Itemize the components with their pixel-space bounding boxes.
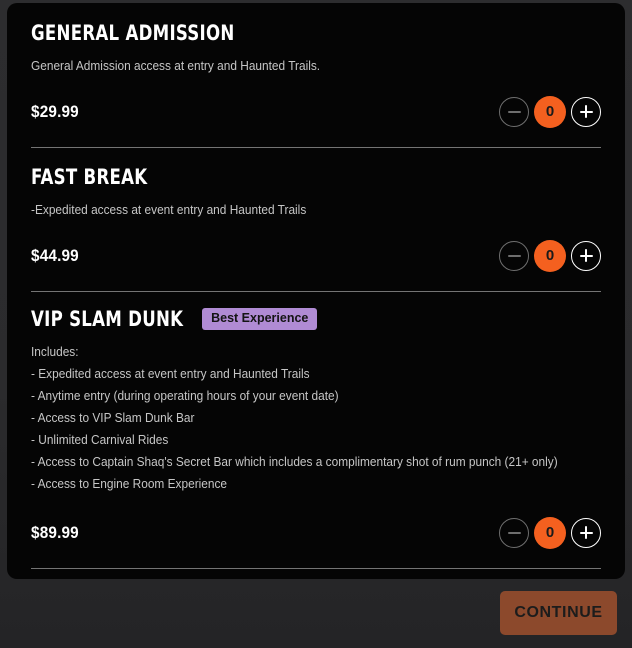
list-item: - Access to Engine Room Experience: [31, 473, 573, 495]
increment-button[interactable]: [571, 97, 601, 127]
ticket-selection-screen: GENERAL ADMISSION General Admission acce…: [0, 0, 632, 648]
increment-button[interactable]: [571, 518, 601, 548]
ticket-card: GENERAL ADMISSION General Admission acce…: [7, 3, 625, 579]
ticket-description: General Admission access at entry and Ha…: [31, 58, 573, 75]
ticket-price: $44.99: [31, 246, 79, 266]
ticket-price-row: $44.99 0: [31, 240, 601, 272]
ticket-title: VIP SLAM DUNK: [31, 307, 183, 331]
continue-button[interactable]: CONTINUE: [500, 591, 617, 635]
ticket-option-fast-break: FAST BREAK -Expedited access at event en…: [31, 148, 601, 272]
ticket-price: $29.99: [31, 102, 79, 122]
plus-icon-vertical: [585, 249, 587, 262]
total-divider: [31, 568, 601, 569]
minus-icon: [508, 255, 521, 257]
includes-label: Includes:: [31, 341, 573, 363]
plus-icon-vertical: [585, 105, 587, 118]
ticket-option-general-admission: GENERAL ADMISSION General Admission acce…: [31, 3, 601, 128]
ticket-description: -Expedited access at event entry and Hau…: [31, 202, 573, 219]
minus-icon: [508, 532, 521, 534]
quantity-value[interactable]: 0: [534, 240, 566, 272]
ticket-title: FAST BREAK: [31, 165, 147, 189]
minus-icon: [508, 111, 521, 113]
quantity-stepper: 0: [499, 517, 601, 549]
quantity-value[interactable]: 0: [534, 517, 566, 549]
ticket-title-row: GENERAL ADMISSION: [31, 21, 601, 45]
list-item: - Anytime entry (during operating hours …: [31, 385, 573, 407]
ticket-option-vip-slam-dunk: VIP SLAM DUNK Best Experience Includes: …: [31, 292, 601, 549]
quantity-value[interactable]: 0: [534, 96, 566, 128]
quantity-stepper: 0: [499, 96, 601, 128]
ticket-title-row: VIP SLAM DUNK Best Experience: [31, 307, 601, 331]
list-item: - Access to VIP Slam Dunk Bar: [31, 407, 573, 429]
list-item: - Access to Captain Shaq's Secret Bar wh…: [31, 451, 573, 473]
ticket-price-row: $89.99 0: [31, 517, 601, 549]
ticket-price: $89.99: [31, 523, 79, 543]
best-experience-badge: Best Experience: [202, 308, 317, 330]
includes-list: Includes: - Expedited access at event en…: [31, 341, 601, 495]
decrement-button[interactable]: [499, 518, 529, 548]
list-item: - Unlimited Carnival Rides: [31, 429, 573, 451]
ticket-title: GENERAL ADMISSION: [31, 21, 235, 45]
ticket-title-row: FAST BREAK: [31, 165, 601, 189]
decrement-button[interactable]: [499, 241, 529, 271]
list-item: - Expedited access at event entry and Ha…: [31, 363, 573, 385]
footer-bar: CONTINUE: [0, 579, 632, 648]
quantity-stepper: 0: [499, 240, 601, 272]
increment-button[interactable]: [571, 241, 601, 271]
plus-icon-vertical: [585, 526, 587, 539]
ticket-price-row: $29.99 0: [31, 96, 601, 128]
decrement-button[interactable]: [499, 97, 529, 127]
